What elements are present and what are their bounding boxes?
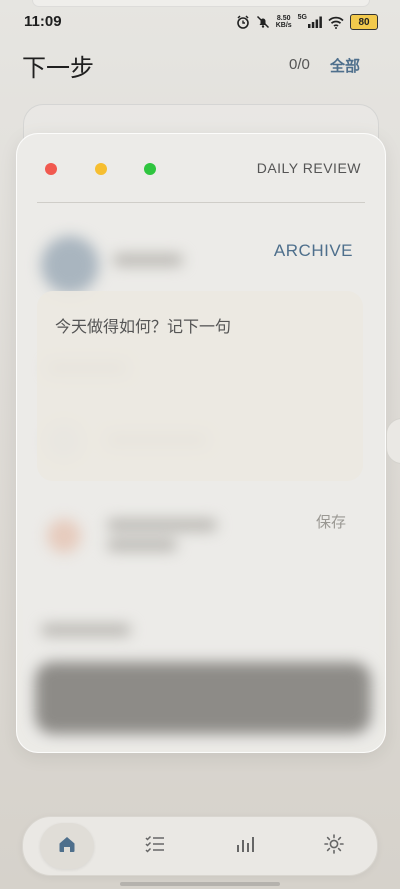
status-time: 11:09 [24, 13, 62, 30]
bell-off-icon [256, 15, 270, 29]
blurred-line [107, 539, 177, 551]
settings-icon [323, 833, 345, 859]
signal-icon: 5G [298, 14, 322, 28]
blurred-avatar [41, 236, 99, 294]
daily-review-card: DAILY REVIEW ARCHIVE 今天做得如何？记下一句 保存 [16, 133, 386, 753]
save-button[interactable]: 保存 [316, 511, 346, 532]
status-icons: 8.50 KB/s 5G 80 [236, 12, 378, 32]
task-count: 0/0 [289, 56, 310, 73]
home-indicator[interactable] [120, 882, 280, 886]
alarm-icon [236, 15, 250, 29]
blurred-bottom-block [35, 662, 371, 734]
review-note-placeholder: 今天做得如何？记下一句 [55, 317, 232, 336]
side-panel-handle[interactable] [386, 418, 400, 464]
filter-all-button[interactable]: 全部 [330, 55, 360, 76]
tasks-icon [144, 834, 166, 858]
nav-tasks[interactable] [128, 823, 182, 869]
home-icon [57, 834, 77, 858]
blurred-line [113, 254, 183, 266]
window-maximize-dot[interactable] [144, 163, 156, 175]
page-title: 下一步 [22, 54, 94, 82]
window-close-dot[interactable] [45, 163, 57, 175]
status-bar: 11:09 8.50 KB/s 5G 80 [0, 0, 400, 44]
window-minimize-dot[interactable] [95, 163, 107, 175]
card-title: DAILY REVIEW [256, 160, 361, 176]
stats-icon [235, 834, 255, 858]
net-speed: 8.50 KB/s [275, 15, 292, 29]
battery-icon: 80 [350, 14, 378, 30]
nav-settings[interactable] [307, 823, 361, 869]
card-divider [37, 202, 365, 203]
bottom-nav [22, 816, 378, 876]
blurred-line [41, 624, 131, 636]
blurred-line [107, 519, 217, 531]
review-note-input[interactable]: 今天做得如何？记下一句 [37, 291, 363, 481]
blurred-item-icon [47, 519, 81, 553]
nav-home[interactable] [40, 823, 94, 869]
nav-stats[interactable] [218, 823, 272, 869]
archive-button[interactable]: ARCHIVE [274, 241, 353, 261]
wifi-icon [328, 16, 344, 29]
